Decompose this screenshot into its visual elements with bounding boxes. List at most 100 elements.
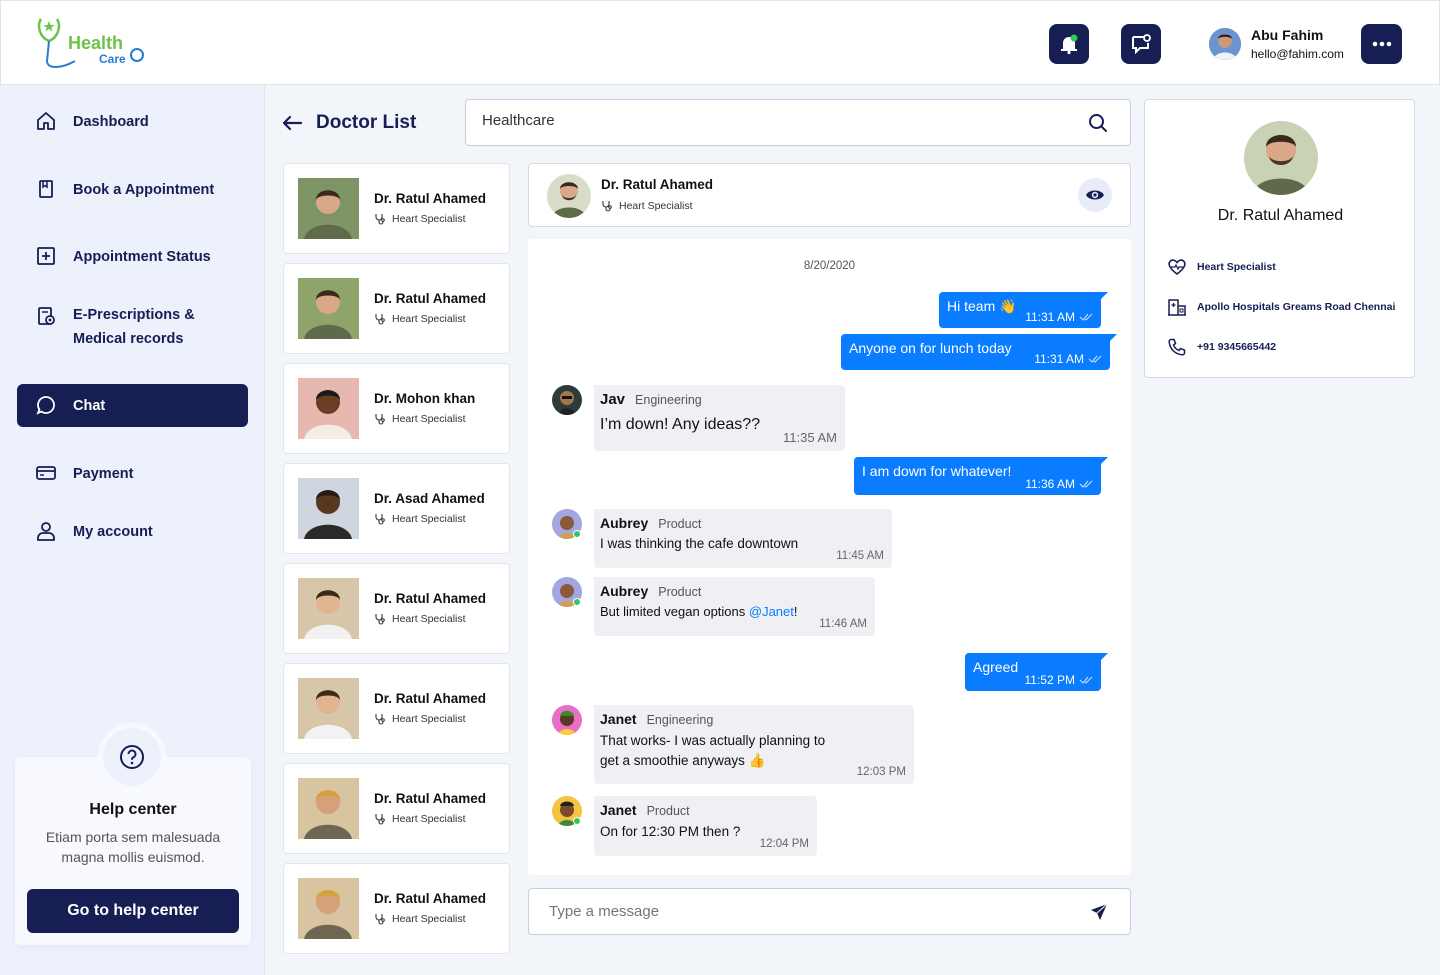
message-outgoing: I am down for whatever! 11:36 AM <box>854 457 1108 495</box>
doctor-name: Dr. Ratul Ahamed <box>374 591 487 606</box>
doctor-name: Dr. Ratul Ahamed <box>374 691 487 706</box>
health-care-logo[interactable]: Health Care <box>35 15 150 73</box>
doctor-card[interactable]: Dr. Ratul Ahamed Heart Specialist <box>283 663 510 754</box>
sidebar-item-payment[interactable]: Payment <box>17 452 248 495</box>
specialty-label: Heart Specialist <box>392 813 466 825</box>
stethoscope-icon <box>375 614 385 625</box>
sidebar-item-dashboard[interactable]: Dashboard <box>17 100 248 143</box>
phone-icon <box>1168 338 1186 356</box>
specialty-label: Heart Specialist <box>392 413 466 425</box>
specialty-label: Heart Specialist <box>392 313 466 325</box>
doctor-list-header: Doctor List <box>282 108 416 138</box>
sidebar-item-label: Book a Appointment <box>73 181 215 198</box>
message-sender: Jav Engineering <box>600 391 702 408</box>
message-text: I am down for whatever! <box>862 463 1012 479</box>
stethoscope-icon <box>375 214 385 225</box>
sidebar-item-book-appointment[interactable]: Book a Appointment <box>17 168 248 211</box>
doctor-card[interactable]: Dr. Ratul Ahamed Heart Specialist <box>283 563 510 654</box>
specialty-label: Heart Specialist <box>392 913 466 925</box>
top-bar: Health Care Abu Fahim hello@fahim.com <box>0 0 1440 85</box>
message-time: 11:31 AM <box>1034 352 1102 366</box>
doctor-photo <box>298 578 359 639</box>
doctor-specialty: Heart Specialist <box>374 213 466 225</box>
search-icon[interactable] <box>1088 113 1108 133</box>
message-outgoing: Hi team 👋 11:31 AM <box>939 292 1108 328</box>
chat-doctor-name: Dr. Ratul Ahamed <box>601 177 714 192</box>
user-avatar <box>1209 28 1241 60</box>
back-arrow-icon[interactable] <box>282 115 302 131</box>
help-badge <box>103 728 161 786</box>
message-time: 11:45 AM <box>836 550 884 562</box>
doctor-card[interactable]: Dr. Asad Ahamed Heart Specialist <box>283 463 510 554</box>
doctor-photo <box>298 678 359 739</box>
doctor-card[interactable]: Dr. Mohon khan Heart Specialist <box>283 363 510 454</box>
message-sender: Aubrey Product <box>600 583 702 599</box>
specialty-label: Heart Specialist <box>392 713 466 725</box>
doctor-name: Dr. Mohon khan <box>374 391 476 406</box>
message-text: I’m down! Any ideas?? <box>600 416 761 433</box>
sidebar-item-e-prescriptions[interactable]: E-Prescriptions & Medical records <box>17 297 248 357</box>
sidebar-item-my-account[interactable]: My account <box>17 510 248 553</box>
online-status-dot <box>573 530 581 538</box>
doctor-photo <box>298 478 359 539</box>
online-status-dot <box>573 598 581 606</box>
message-composer <box>528 888 1131 935</box>
double-check-icon <box>1079 313 1093 321</box>
specialty-label: Heart Specialist <box>392 213 466 225</box>
sidebar-item-label: E-Prescriptions & <box>73 307 195 323</box>
message-time: 11:35 AM <box>783 430 837 445</box>
doctor-card[interactable]: Dr. Ratul Ahamed Heart Specialist <box>283 863 510 954</box>
doctor-name: Dr. Ratul Ahamed <box>374 291 487 306</box>
chat-header: Dr. Ratul Ahamed Heart Specialist <box>528 163 1131 227</box>
logo-care-text: Care <box>99 52 126 66</box>
help-description: Etiam porta sem malesuada magna mollis e… <box>45 829 221 865</box>
doctor-specialty: Heart Specialist <box>374 713 466 725</box>
messages-button[interactable] <box>1121 24 1161 64</box>
view-profile-button[interactable] <box>1078 178 1112 212</box>
search-input[interactable] <box>482 112 1062 129</box>
notifications-button[interactable] <box>1049 24 1089 64</box>
double-check-icon <box>1079 676 1093 684</box>
doctor-specialty: Heart Specialist <box>374 413 466 425</box>
specialty-label: Heart Specialist <box>392 513 466 525</box>
message-sender: Aubrey Product <box>600 515 702 531</box>
message-text: Agreed <box>973 659 1019 675</box>
doctor-card[interactable]: Dr. Ratul Ahamed Heart Specialist <box>283 163 510 254</box>
message-input[interactable] <box>549 903 1069 920</box>
prescription-icon <box>38 307 55 325</box>
profile-phone-text[interactable]: +91 9345665442 <box>1197 341 1276 353</box>
double-check-icon <box>1088 355 1102 363</box>
user-profile[interactable]: Abu Fahim hello@fahim.com <box>1209 25 1349 65</box>
message-time: 11:36 AM <box>1025 477 1093 491</box>
more-dots-icon <box>1372 41 1391 47</box>
doctor-specialty: Heart Specialist <box>374 613 466 625</box>
doctor-photo <box>298 178 359 239</box>
doctor-card[interactable]: Dr. Ratul Ahamed Heart Specialist <box>283 263 510 354</box>
stethoscope-icon <box>375 414 385 425</box>
message-outgoing: Agreed 11:52 PM <box>965 653 1108 691</box>
logo-health-text: Health <box>68 33 124 53</box>
stethoscope-end-icon <box>130 48 144 62</box>
help-title: Help center <box>89 801 177 818</box>
double-check-icon <box>1079 480 1093 488</box>
doctor-photo <box>298 878 359 939</box>
message-sender: Janet Engineering <box>600 711 714 727</box>
go-to-help-center-button[interactable]: Go to help center <box>27 889 239 933</box>
avatar-jav <box>552 385 582 415</box>
doctor-photo <box>298 778 359 839</box>
sidebar-item-label: My account <box>73 523 153 540</box>
stethoscope-icon <box>375 514 385 525</box>
message-time: 12:03 PM <box>856 766 906 778</box>
doctor-specialty: Heart Specialist <box>374 813 466 825</box>
sidebar-item-appointment-status[interactable]: Appointment Status <box>17 235 248 278</box>
more-menu-button[interactable] <box>1361 24 1402 64</box>
chat-doctor-specialty: Heart Specialist <box>601 200 693 212</box>
eye-icon <box>1086 190 1104 200</box>
chat-date: 8/20/2020 <box>803 260 856 272</box>
message-time: 11:52 PM <box>1025 673 1093 687</box>
send-icon[interactable] <box>1090 903 1108 921</box>
sidebar-item-chat[interactable]: Chat <box>17 384 248 427</box>
doctor-card[interactable]: Dr. Ratul Ahamed Heart Specialist <box>283 763 510 854</box>
mention-link[interactable]: @Janet <box>749 604 794 619</box>
doctor-name: Dr. Ratul Ahamed <box>374 891 487 906</box>
